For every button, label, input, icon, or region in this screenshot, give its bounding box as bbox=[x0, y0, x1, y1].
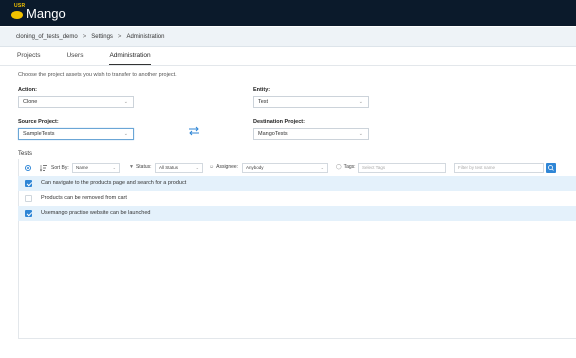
status-label: Status: bbox=[135, 164, 152, 170]
status-select[interactable]: All Status ⌄ bbox=[155, 163, 203, 173]
source-project-label: Source Project: bbox=[18, 119, 59, 125]
sort-icon bbox=[40, 165, 47, 172]
test-row-label: Usemango practise website can be launche… bbox=[41, 210, 151, 216]
destination-project-label: Destination Project: bbox=[253, 119, 305, 125]
entity-select[interactable]: Test ⌄ bbox=[253, 96, 369, 108]
breadcrumb: cloning_of_tests_demo > Settings > Admin… bbox=[0, 27, 576, 47]
tests-section-label: Tests bbox=[18, 151, 33, 157]
sort-label: Sort By: bbox=[51, 165, 69, 171]
chevron-down-icon: ⌄ bbox=[358, 99, 363, 105]
chevron-down-icon: ⌄ bbox=[320, 165, 324, 170]
tab-projects[interactable]: Projects bbox=[17, 50, 40, 65]
logo-text: Mango bbox=[26, 5, 66, 21]
select-all-radio[interactable] bbox=[25, 165, 31, 171]
logo-prefix: USR bbox=[14, 3, 26, 9]
destination-project-select[interactable]: MangoTests ⌄ bbox=[253, 128, 369, 140]
chevron-right-icon: > bbox=[117, 33, 122, 40]
breadcrumb-item-settings[interactable]: Settings bbox=[91, 34, 113, 40]
status-control: ▼ Status: bbox=[129, 164, 152, 170]
source-project-value: SampleTests bbox=[23, 131, 55, 137]
tab-users[interactable]: Users bbox=[66, 50, 83, 65]
search-icon bbox=[548, 165, 554, 171]
tag-icon: ◯ bbox=[336, 164, 342, 170]
search-button[interactable] bbox=[546, 163, 556, 173]
entity-label: Entity: bbox=[253, 87, 271, 93]
chevron-down-icon: ⌄ bbox=[112, 165, 116, 170]
chevron-down-icon: ⌄ bbox=[123, 99, 128, 105]
swap-arrows-icon[interactable] bbox=[187, 126, 201, 136]
test-row[interactable]: Can navigate to the products page and se… bbox=[18, 176, 576, 191]
action-select[interactable]: Clone ⌄ bbox=[18, 96, 134, 108]
app-logo[interactable]: USR Mango bbox=[10, 3, 66, 23]
status-select-value: All Status bbox=[159, 165, 179, 170]
action-select-value: Clone bbox=[23, 99, 38, 105]
breadcrumb-item-administration: Administration bbox=[126, 33, 165, 40]
sort-select-value: Name bbox=[76, 165, 89, 170]
tags-input[interactable]: Select Tags bbox=[358, 163, 446, 173]
tags-control: ◯ Tags: bbox=[336, 164, 356, 170]
chevron-down-icon: ⌄ bbox=[195, 165, 199, 170]
mango-logo-icon bbox=[11, 11, 23, 19]
assignee-icon: ☺ bbox=[209, 164, 215, 170]
tags-label: Tags: bbox=[343, 164, 356, 170]
action-label: Action: bbox=[18, 87, 37, 93]
filter-icon: ▼ bbox=[129, 164, 134, 170]
test-row[interactable]: Usemango practise website can be launche… bbox=[18, 206, 576, 221]
test-row[interactable]: Products can be removed from cart bbox=[18, 191, 576, 206]
test-row-label: Can navigate to the products page and se… bbox=[41, 180, 187, 186]
tests-filter-bar: Sort By: Name ⌄ ▼ Status: All Status ⌄ ☺… bbox=[18, 160, 576, 176]
sort-control: Sort By: bbox=[40, 164, 69, 172]
settings-tabs: Projects Users Administration bbox=[0, 50, 576, 66]
chevron-down-icon: ⌄ bbox=[123, 131, 128, 137]
destination-project-value: MangoTests bbox=[258, 131, 288, 137]
assignee-label: Assignee: bbox=[216, 164, 239, 170]
test-row-checkbox[interactable] bbox=[25, 195, 32, 202]
breadcrumb-item-project[interactable]: cloning_of_tests_demo bbox=[16, 34, 78, 40]
assignee-select[interactable]: Anybody ⌄ bbox=[242, 163, 328, 173]
test-name-search-input[interactable]: Filter by test name bbox=[454, 163, 544, 173]
entity-select-value: Test bbox=[258, 99, 269, 105]
test-row-checkbox[interactable] bbox=[25, 180, 32, 187]
test-row-checkbox[interactable] bbox=[25, 210, 32, 217]
top-bar: USR Mango bbox=[0, 0, 576, 26]
tab-administration[interactable]: Administration bbox=[109, 50, 151, 65]
chevron-down-icon: ⌄ bbox=[358, 131, 363, 137]
sort-select[interactable]: Name ⌄ bbox=[72, 163, 120, 173]
chevron-right-icon: > bbox=[82, 33, 87, 40]
assignee-select-value: Anybody bbox=[246, 165, 264, 170]
page-description: Choose the project assets you wish to tr… bbox=[18, 72, 177, 78]
test-row-label: Products can be removed from cart bbox=[41, 195, 127, 201]
source-project-select[interactable]: SampleTests ⌄ bbox=[18, 128, 134, 140]
assignee-control: ☺ Assignee: bbox=[209, 164, 238, 170]
